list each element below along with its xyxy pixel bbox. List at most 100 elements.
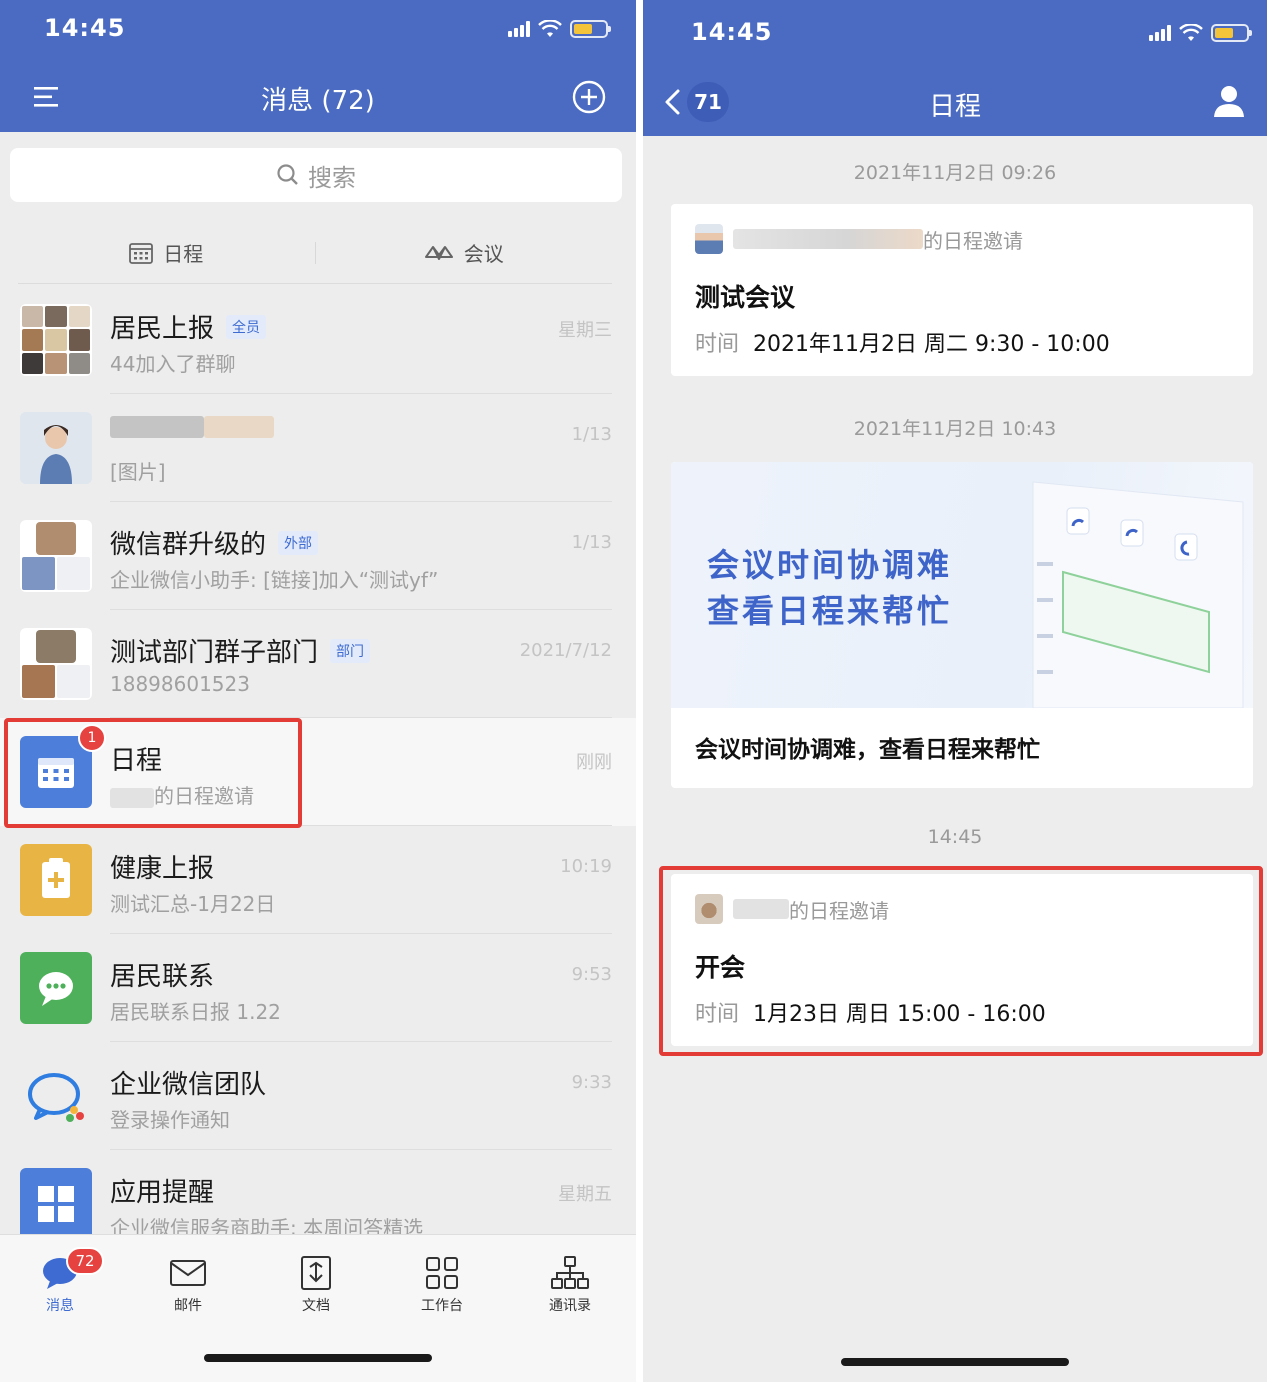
blurred-name xyxy=(110,416,204,438)
chat-title: 微信群升级的 外部 xyxy=(110,524,319,561)
promo-caption: 会议时间协调难，查看日程来帮忙 xyxy=(695,737,1040,763)
battery-icon xyxy=(570,20,611,38)
chat-preview: 18898601523 xyxy=(110,672,250,696)
wecom-logo-icon xyxy=(20,1060,92,1132)
quick-entry-bar: 日程 会议 xyxy=(18,222,612,284)
wifi-icon xyxy=(1179,24,1203,41)
status-time: 14:45 xyxy=(691,18,773,46)
add-circle-icon[interactable] xyxy=(572,80,606,114)
unread-badge: 72 xyxy=(66,1247,104,1275)
time-label: 时间 xyxy=(695,332,740,357)
chat-item-department-group[interactable]: 测试部门群子部门 部门 18898601523 2021/7/12 xyxy=(0,610,636,718)
chat-title-text: 居民上报 xyxy=(110,314,215,344)
search-placeholder: 搜索 xyxy=(308,163,356,192)
schedule-chat-screen: 14:45 71 日程 2021年11月2日 09:26 的日程邀请 测试会议 … xyxy=(643,0,1267,1382)
status-time: 14:45 xyxy=(44,14,126,42)
document-icon xyxy=(301,1256,331,1290)
status-icons xyxy=(508,18,611,40)
blurred-name xyxy=(204,416,274,438)
chat-title: 居民联系 xyxy=(110,956,214,993)
chat-preview: 登录操作通知 xyxy=(110,1108,230,1132)
divider xyxy=(636,0,643,1382)
calendar-icon xyxy=(129,242,154,264)
messages-screen: 14:45 消息 (72) 搜索 日程 会议 居民上报 全员 44加入了群聊 星… xyxy=(0,0,636,1382)
battery-icon xyxy=(1211,24,1252,42)
chat-time: 10:19 xyxy=(560,856,612,877)
message-timestamp: 14:45 xyxy=(927,826,983,848)
group-avatar xyxy=(20,520,92,592)
chat-title-text: 居民联系 xyxy=(110,962,215,992)
chat-time: 1/13 xyxy=(571,532,612,553)
tab-workbench[interactable]: 工作台 xyxy=(402,1255,482,1315)
chat-time: 星期三 xyxy=(558,320,612,341)
chat-title: 健康上报 xyxy=(110,848,214,885)
message-timestamp: 2021年11月2日 10:43 xyxy=(853,418,1057,440)
event-title: 测试会议 xyxy=(695,283,796,312)
chat-item-wechat-group[interactable]: 微信群升级的 外部 企业微信小助手: [链接]加入“测试yf” 1/13 xyxy=(0,502,636,610)
chat-time: 星期五 xyxy=(558,1184,612,1205)
chat-time: 9:33 xyxy=(571,1072,612,1093)
chat-title: 测试部门群子部门 部门 xyxy=(110,632,371,669)
quick-meeting-label: 会议 xyxy=(463,242,504,266)
chat-item-health-report[interactable]: 健康上报 测试汇总-1月22日 10:19 xyxy=(0,826,636,934)
workbench-grid-icon xyxy=(426,1257,458,1289)
tab-contacts[interactable]: 通讯录 xyxy=(530,1255,610,1315)
tab-label: 通讯录 xyxy=(549,1298,591,1314)
banner-line: 查看日程来帮忙 xyxy=(707,592,953,630)
org-chart-icon xyxy=(551,1256,589,1289)
chat-title: 居民上报 全员 xyxy=(110,308,267,345)
chat-item-resident-report[interactable]: 居民上报 全员 44加入了群聊 星期三 xyxy=(0,286,636,394)
tab-messages[interactable]: 消息 72 xyxy=(20,1247,104,1315)
tab-label: 工作台 xyxy=(421,1298,463,1314)
home-indicator xyxy=(841,1358,1069,1366)
schedule-header: 14:45 71 日程 xyxy=(643,0,1267,136)
chat-title xyxy=(110,416,274,438)
chat-item-private[interactable]: [图片] 1/13 xyxy=(0,394,636,502)
chat-item-resident-contact[interactable]: 居民联系 居民联系日报 1.22 9:53 xyxy=(0,934,636,1042)
chat-item-wecom-team[interactable]: 企业微信团队 登录操作通知 9:33 xyxy=(0,1042,636,1150)
tab-label: 文档 xyxy=(302,1298,330,1314)
home-indicator xyxy=(204,1354,432,1362)
signal-icon xyxy=(508,21,530,37)
search-bar[interactable]: 搜索 xyxy=(10,148,622,202)
chat-title-text: 应用提醒 xyxy=(110,1178,215,1208)
mail-icon xyxy=(170,1260,206,1286)
quick-schedule-label: 日程 xyxy=(163,242,204,266)
invite-header: 的日程邀请 xyxy=(695,224,1023,254)
person-icon[interactable] xyxy=(1213,84,1245,118)
schedule-illustration xyxy=(1032,481,1244,708)
schedule-invite-card[interactable]: 的日程邀请 测试会议 时间 2021年11月2日 周二 9:30 - 10:00 xyxy=(671,204,1253,376)
chat-title-text: 微信群升级的 xyxy=(110,530,267,560)
chat-title-text: 测试部门群子部门 xyxy=(110,638,319,668)
tab-label: 邮件 xyxy=(174,1298,202,1314)
group-avatar xyxy=(20,304,92,376)
messages-header: 14:45 消息 (72) xyxy=(0,0,636,132)
chat-time: 1/13 xyxy=(571,424,612,445)
chat-preview: 44加入了群聊 xyxy=(110,352,236,376)
chat-tag: 外部 xyxy=(278,530,319,555)
user-avatar xyxy=(20,412,92,484)
chat-title: 企业微信团队 xyxy=(110,1064,266,1101)
app-grid-icon xyxy=(20,1168,92,1240)
highlight-box xyxy=(659,866,1263,1056)
quick-meeting[interactable]: 会议 xyxy=(316,238,613,267)
contact-app-icon xyxy=(20,952,92,1024)
promo-banner: 会议时间协调难 查看日程来帮忙 xyxy=(671,462,1253,708)
banner-headline: 会议时间协调难 查看日程来帮忙 xyxy=(707,542,952,634)
signal-icon xyxy=(1149,25,1171,41)
chat-title-text: 企业微信团队 xyxy=(110,1070,267,1100)
chat-time: 刚刚 xyxy=(576,752,612,773)
tab-docs[interactable]: 文档 xyxy=(276,1255,356,1315)
tab-mail[interactable]: 邮件 xyxy=(148,1255,228,1315)
group-avatar xyxy=(20,628,92,700)
promo-card[interactable]: 会议时间协调难 查看日程来帮忙 会议时间协调难，查看日程来帮忙 xyxy=(671,462,1253,788)
page-title: 消息 (72) xyxy=(261,86,375,116)
chat-preview: [图片] xyxy=(110,460,166,484)
blurred-name xyxy=(733,229,923,249)
page-title: 日程 xyxy=(928,92,981,122)
meeting-icon xyxy=(424,245,453,260)
quick-schedule[interactable]: 日程 xyxy=(18,238,315,267)
tab-label: 消息 xyxy=(46,1298,74,1314)
health-app-icon xyxy=(20,844,92,916)
chat-title: 应用提醒 xyxy=(110,1172,214,1209)
